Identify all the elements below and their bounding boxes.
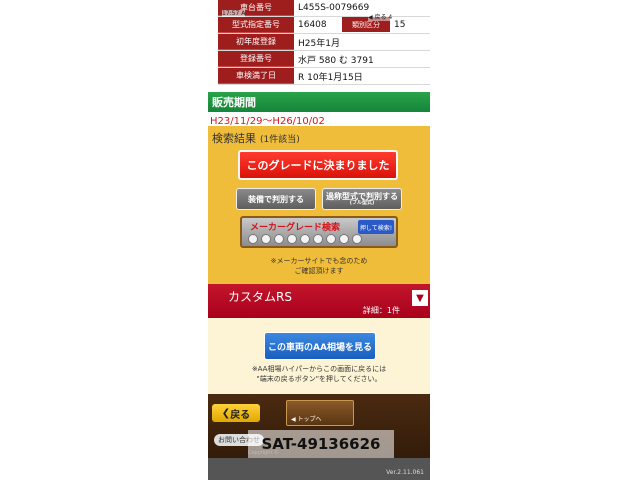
maker-logo-icon [326, 234, 336, 244]
info-value: R 10年1月15日 [294, 68, 430, 84]
results-count: (1件該当) [260, 135, 300, 145]
results-title-row: 検索結果 (1件該当) [212, 130, 300, 146]
info-row: 型式指定番号 16408 類別区分 15 [218, 17, 430, 34]
info-value: 16408 [298, 20, 327, 30]
info-value-container: 16408 類別区分 15 [294, 17, 430, 33]
results-title: 検索結果 [212, 132, 256, 145]
grade-item[interactable]: カスタムRS 詳細：1件 ▼ [208, 284, 430, 318]
maker-search-title: メーカーグレード検索 [250, 223, 341, 233]
aa-note-line1: ※AA相場ハイパーからこの画面に戻るには [251, 365, 387, 373]
maker-logo-icon [274, 234, 284, 244]
nav-overlay: ◀ 戻る 4 [368, 12, 393, 21]
sub-value: 15 [394, 19, 406, 30]
info-key: 型式指定番号 [218, 17, 294, 33]
version-text: Ver.2.11.061 [386, 469, 424, 476]
top-page-label: ◀ トップへ [291, 416, 322, 423]
back-button[interactable]: ❮ 戻る [212, 404, 260, 422]
phone-screen: 車台番号 L455S-0079669 型式指定番号 16408 類別区分 15 … [208, 0, 430, 480]
maker-note-line2: ご確認頂けます [294, 267, 344, 275]
maker-logo-icon [248, 234, 258, 244]
maker-logo-icon [287, 234, 297, 244]
chevron-down-icon[interactable]: ▼ [412, 290, 428, 306]
info-key: 車検満了日 [218, 68, 294, 84]
maker-logo-icon [339, 234, 349, 244]
results-panel: 検索結果 (1件該当) このグレードに決まりました 装備で判別する 過称型式で判別… [208, 126, 430, 284]
equipment-judge-button[interactable]: 装備で判別する [236, 188, 316, 210]
back-label: 戻る [230, 409, 251, 421]
chevron-left-icon: ❮ [221, 407, 231, 419]
maker-logo-icon [352, 234, 362, 244]
maker-logo-icon [313, 234, 323, 244]
info-row: 登録番号 水戸 580 む 3791 [218, 51, 430, 68]
grade-name: カスタムRS [228, 290, 292, 304]
info-key: 初年度登録 [218, 34, 294, 50]
decide-grade-button[interactable]: このグレードに決まりました [238, 150, 398, 180]
info-row: 車検満了日 R 10年1月15日 [218, 68, 430, 85]
maker-grade-search-button[interactable]: メーカーグレード検索 押して検索! [240, 216, 398, 248]
maker-logo-icon [300, 234, 310, 244]
top-page-button[interactable]: ◀ トップへ [286, 400, 354, 426]
grade-detail: 詳細：1件 [362, 306, 400, 315]
copyright-text: Copyright © [248, 450, 280, 456]
aa-note-line2: "端末の戻るボタン"を押してください。 [256, 375, 382, 383]
info-row: 初年度登録 H25年1月 [218, 34, 430, 51]
maker-logo-icon [261, 234, 271, 244]
info-value: 水戸 580 む 3791 [294, 51, 430, 67]
footer-strip: Ver.2.11.061 [208, 458, 430, 480]
type-judge-button[interactable]: 過称型式で判別する (フル型式) [322, 188, 402, 210]
vehicle-info-table: 車台番号 L455S-0079669 型式指定番号 16408 類別区分 15 … [218, 0, 430, 85]
sales-period-header: 販売期間 [208, 92, 430, 112]
type-judge-sublabel: (フル型式) [349, 199, 375, 206]
info-key: 登録番号 [218, 51, 294, 67]
maker-note-line1: ※メーカーサイトでも念のため [270, 257, 368, 265]
bottom-bar: ❮ 戻る ◀ トップへ お問い合わせ SAT-49136626 Copyrigh… [208, 394, 430, 480]
info-value: H25年1月 [294, 34, 430, 50]
sales-period-value: H23/11/29〜H26/10/02 [208, 112, 430, 127]
aa-price-button[interactable]: この車両のAA相場を見る [264, 332, 376, 360]
aa-section: この車両のAA相場を見る ※AA相場ハイパーからこの画面に戻るには "端末の戻る… [208, 318, 430, 394]
maker-logos [248, 234, 362, 244]
maker-search-push: 押して検索! [358, 220, 394, 234]
info-row: 車台番号 L455S-0079669 [218, 0, 430, 17]
status-overlay: 17:57 A [222, 10, 246, 17]
info-value: L455S-0079669 [294, 0, 430, 16]
